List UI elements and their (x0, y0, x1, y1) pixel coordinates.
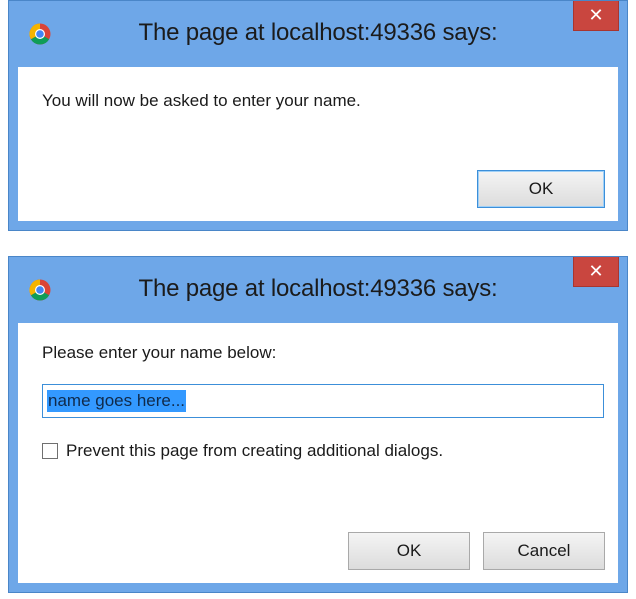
alert-title: The page at localhost:49336 says: (138, 19, 498, 46)
alert-body: You will now be asked to enter your name… (18, 67, 618, 221)
prompt-title: The page at localhost:49336 says: (138, 275, 498, 302)
alert-titlebar[interactable]: The page at localhost:49336 says: ✕ (9, 1, 627, 67)
prompt-message: Please enter your name below: (42, 343, 277, 362)
prevent-dialogs-row[interactable]: Prevent this page from creating addition… (42, 441, 443, 461)
input-selected-text[interactable]: name goes here... (47, 390, 187, 412)
close-button[interactable]: ✕ (573, 257, 619, 287)
prevent-dialogs-checkbox[interactable] (42, 443, 58, 459)
close-icon: ✕ (588, 5, 604, 26)
alert-dialog: The page at localhost:49336 says: ✕ You … (8, 0, 628, 231)
prevent-dialogs-label[interactable]: Prevent this page from creating addition… (66, 441, 443, 461)
close-button[interactable]: ✕ (573, 1, 619, 31)
prompt-body: Please enter your name below: name goes … (18, 323, 618, 583)
ok-button[interactable]: OK (348, 532, 470, 570)
close-icon: ✕ (588, 261, 604, 282)
name-input[interactable]: name goes here... (42, 384, 604, 418)
alert-message: You will now be asked to enter your name… (42, 91, 361, 110)
prompt-titlebar[interactable]: The page at localhost:49336 says: ✕ (9, 257, 627, 323)
ok-button[interactable]: OK (477, 170, 605, 208)
prompt-dialog: The page at localhost:49336 says: ✕ Plea… (8, 256, 628, 593)
cancel-button[interactable]: Cancel (483, 532, 605, 570)
